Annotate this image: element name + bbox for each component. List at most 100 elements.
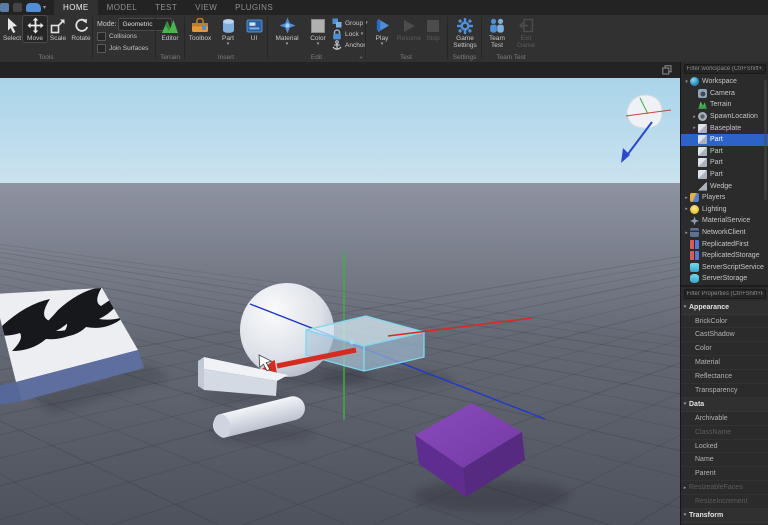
explorer-item-players[interactable]: ▸ Players	[681, 192, 768, 204]
tab-view[interactable]: VIEW	[186, 0, 226, 15]
property-row-reflectance[interactable]: Reflectance	[681, 370, 768, 384]
team-test-button[interactable]: Team Test	[484, 16, 510, 49]
properties-section-appearance[interactable]: ▾ Appearance	[681, 300, 768, 315]
maximize-viewport-icon[interactable]	[662, 65, 672, 75]
select-cursor-icon	[5, 16, 20, 35]
chevron-down-icon[interactable]: ▾	[681, 304, 689, 310]
property-row-name[interactable]: Name	[681, 453, 768, 467]
join-surfaces-checkbox[interactable]	[97, 44, 106, 53]
app-window-icon[interactable]	[0, 3, 9, 12]
ribbon-group-settings: Game Settings Settings	[448, 15, 481, 62]
collisions-checkbox[interactable]	[97, 32, 106, 41]
chevron-down-icon[interactable]: ▾	[681, 401, 689, 407]
property-row-color[interactable]: Color	[681, 342, 768, 356]
properties-section-data[interactable]: ▾ Data	[681, 397, 768, 412]
explorer-item-camera[interactable]: Camera	[681, 88, 768, 100]
tab-plugins[interactable]: PLUGINS	[226, 0, 282, 15]
ribbon-group-mode: Mode: Geometric▾ Collisions Join Surface…	[95, 15, 173, 62]
ribbon-group-insert: Toolbox Part ▾ UI Insert	[185, 15, 267, 62]
property-row-material[interactable]: Material	[681, 356, 768, 370]
tab-model[interactable]: MODEL	[98, 0, 146, 15]
viewport-3d[interactable]	[0, 78, 680, 525]
terrain-editor-button[interactable]: Editor	[158, 16, 182, 42]
explorer-item-networkclient[interactable]: ▸ NetworkClient	[681, 227, 768, 239]
select-tool-button[interactable]: Select	[0, 16, 24, 42]
property-row-archivable[interactable]: Archivable	[681, 412, 768, 426]
explorer-item-workspace[interactable]: ▾ Workspace	[681, 76, 768, 88]
test-group-label: Test	[400, 54, 412, 61]
property-row-transparency[interactable]: Transparency	[681, 384, 768, 398]
insert-part-button[interactable]: Part ▾	[216, 16, 240, 47]
gear-icon	[457, 16, 473, 35]
studio-vehicle-icon[interactable]	[26, 3, 41, 12]
exit-door-icon	[518, 16, 534, 35]
chevron-down-icon[interactable]: ▾	[681, 512, 689, 518]
ribbon-group-team-test: Team Test Exit Game Team Test	[482, 15, 540, 62]
explorer-item-lighting[interactable]: ▸ Lighting	[681, 204, 768, 216]
explorer-item-part[interactable]: Part	[681, 157, 768, 169]
toolbox-button[interactable]: Toolbox	[188, 16, 212, 42]
property-row-brickcolor[interactable]: BrickColor	[681, 315, 768, 329]
scale-tool-button[interactable]: Scale	[46, 16, 70, 42]
explorer-item-baseplate[interactable]: ▸ Baseplate	[681, 122, 768, 134]
chevron-right-icon[interactable]: ▸	[683, 230, 690, 236]
color-button[interactable]: Color ▾	[306, 16, 330, 47]
join-surfaces-checkbox-row[interactable]: Join Surfaces	[97, 44, 148, 53]
chevron-right-icon[interactable]: ▸	[691, 125, 698, 131]
explorer-item-terrain[interactable]: Terrain	[681, 99, 768, 111]
quick-access-icon[interactable]	[13, 3, 22, 12]
explorer-item-part[interactable]: Part	[681, 169, 768, 181]
part-icon	[698, 123, 707, 133]
part-icon	[698, 170, 707, 180]
quick-access-caret-icon[interactable]: ▾	[43, 4, 46, 11]
move-tool-button[interactable]: Move	[22, 15, 48, 43]
chevron-right-icon[interactable]: ▸	[683, 195, 690, 201]
explorer-item-serverstorage[interactable]: ServerStorage	[681, 273, 768, 285]
workspace-icon	[690, 77, 699, 87]
explorer-scrollbar[interactable]	[764, 80, 767, 200]
chevron-right-icon[interactable]: ▸	[683, 206, 690, 212]
properties-filter-input[interactable]	[683, 288, 766, 299]
lock-button[interactable]: Lock ▾	[332, 28, 368, 39]
insert-ui-button[interactable]: UI	[242, 16, 266, 42]
game-settings-button[interactable]: Game Settings	[451, 16, 479, 49]
explorer-item-replicatedstorage[interactable]: ReplicatedStorage	[681, 250, 768, 262]
anchor-icon	[332, 39, 342, 50]
lighting-icon	[690, 204, 699, 214]
sky	[0, 78, 680, 184]
part-cylinder-icon	[221, 16, 236, 35]
explorer-item-wedge[interactable]: Wedge	[681, 180, 768, 192]
chevron-down-icon[interactable]: ▾	[683, 79, 690, 85]
play-button[interactable]: Play ▾	[370, 16, 394, 47]
chevron-down-icon: ▾	[360, 30, 364, 37]
explorer-item-part-selected[interactable]: Part	[681, 133, 768, 146]
chevron-down-icon: ▾	[380, 41, 384, 47]
property-row-parent[interactable]: Parent	[681, 467, 768, 481]
properties-section-transform[interactable]: ▾ Transform	[681, 509, 768, 523]
rotate-tool-button[interactable]: Rotate	[69, 16, 93, 42]
play-icon	[374, 16, 391, 35]
team-test-group-label: Team Test	[496, 54, 526, 61]
settings-group-label: Settings	[452, 54, 477, 61]
explorer-item-part[interactable]: Part	[681, 146, 768, 158]
mode-label: Mode:	[97, 21, 117, 28]
edit-dialog-launcher-icon[interactable]: ⌐	[359, 55, 363, 61]
collisions-checkbox-row[interactable]: Collisions	[97, 32, 148, 41]
group-button[interactable]: Group ▾	[332, 18, 368, 28]
chevron-right-icon[interactable]: ▸	[691, 114, 698, 120]
explorer-item-materialservice[interactable]: MaterialService	[681, 215, 768, 227]
explorer-item-replicatedfirst[interactable]: ReplicatedFirst	[681, 238, 768, 250]
chevron-right-icon: ▸	[683, 484, 687, 491]
material-button[interactable]: Material ▾	[274, 16, 300, 47]
explorer-item-spawnlocation[interactable]: ▸ SpawnLocation	[681, 111, 768, 123]
property-row-locked[interactable]: Locked	[681, 440, 768, 454]
anchor-button[interactable]: Anchor	[332, 39, 368, 50]
explorer-filter-input[interactable]	[683, 64, 766, 74]
tab-home[interactable]: HOME	[54, 0, 98, 15]
explorer-item-serverscriptservice[interactable]: ServerScriptService	[681, 262, 768, 274]
property-row-castshadow[interactable]: CastShadow	[681, 328, 768, 342]
tab-test[interactable]: TEST	[146, 0, 186, 15]
move-handle-center[interactable]	[349, 339, 355, 345]
resume-icon	[401, 16, 417, 35]
players-icon	[690, 193, 699, 203]
